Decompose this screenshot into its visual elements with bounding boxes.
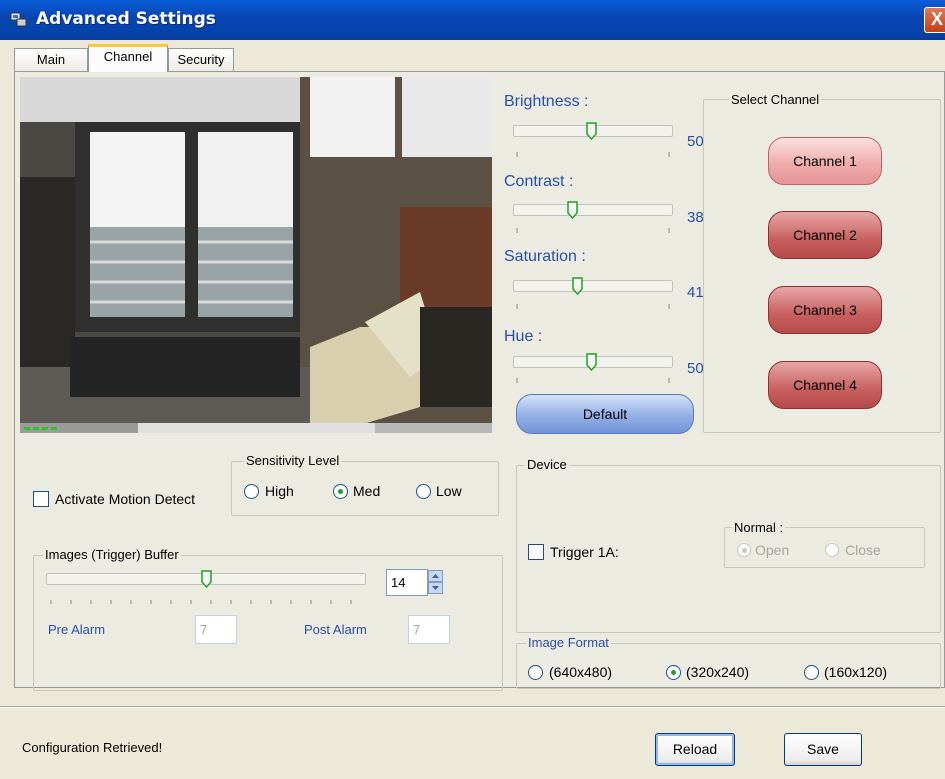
activate-motion-detect-checkbox[interactable] [33, 491, 49, 507]
sensitivity-high-label: High [265, 483, 294, 499]
channel-1-button[interactable]: Channel 1 [768, 137, 882, 185]
images-buffer-legend: Images (Trigger) Buffer [43, 547, 181, 562]
status-message: Configuration Retrieved! [22, 740, 163, 755]
channel-2-button[interactable]: Channel 2 [768, 211, 882, 259]
brightness-slider-thumb[interactable] [586, 122, 597, 140]
saturation-label: Saturation : [504, 248, 586, 265]
select-channel-legend: Select Channel [729, 92, 822, 107]
post-alarm-input[interactable]: 7 [408, 615, 450, 644]
title-bar: Advanced Settings X [0, 0, 945, 40]
channel-4-button[interactable]: Channel 4 [768, 361, 882, 409]
format-160x120-radio[interactable] [804, 665, 819, 680]
tab-security[interactable]: Security [168, 48, 234, 71]
sensitivity-low-label: Low [436, 483, 462, 499]
normal-legend: Normal : [732, 520, 786, 535]
buffer-value-input[interactable]: 14 [386, 569, 428, 596]
saturation-value: 41 [687, 284, 704, 301]
save-button[interactable]: Save [784, 733, 862, 766]
tab-main[interactable]: Main [14, 48, 88, 71]
contrast-slider[interactable] [513, 204, 673, 216]
brightness-label: Brightness : [504, 93, 589, 110]
brightness-value: 50 [687, 133, 704, 150]
format-640x480-label: (640x480) [549, 664, 613, 680]
status-separator [0, 706, 945, 708]
trigger-1a-label: Trigger 1A: [550, 544, 619, 560]
app-icon [10, 12, 27, 27]
image-format-legend: Image Format [526, 635, 611, 650]
contrast-value: 38 [687, 209, 704, 226]
format-640x480-radio[interactable] [528, 665, 543, 680]
normal-open-radio[interactable] [737, 543, 751, 557]
sensitivity-med-radio[interactable] [333, 484, 348, 499]
contrast-label: Contrast : [504, 173, 574, 190]
sensitivity-med-label: Med [353, 483, 381, 499]
contrast-slider-thumb[interactable] [567, 201, 578, 219]
normal-close-label: Close [845, 542, 881, 558]
default-button[interactable]: Default [516, 394, 694, 434]
post-alarm-label: Post Alarm [304, 622, 367, 637]
sensitivity-level-legend: Sensitivity Level [244, 453, 342, 468]
saturation-ticks [516, 304, 670, 309]
close-button[interactable]: X [924, 7, 945, 33]
channel-tab-panel: Brightness : 50 Contrast : 38 Saturation… [14, 71, 945, 691]
buffer-spinner[interactable] [428, 570, 443, 594]
buffer-ticks [50, 600, 352, 604]
format-320x240-label: (320x240) [686, 664, 750, 680]
sensitivity-low-radio[interactable] [416, 484, 431, 499]
reload-button[interactable]: Reload [655, 733, 735, 766]
window-title: Advanced Settings [36, 9, 216, 29]
format-320x240-radio[interactable] [666, 665, 681, 680]
channel-3-button[interactable]: Channel 3 [768, 286, 882, 334]
normal-open-label: Open [755, 542, 790, 558]
hue-label: Hue : [504, 328, 543, 345]
hue-value: 50 [687, 360, 704, 377]
device-legend: Device [525, 457, 569, 472]
contrast-ticks [516, 228, 670, 233]
saturation-slider[interactable] [513, 280, 673, 292]
hue-ticks [516, 378, 670, 383]
buffer-slider-thumb[interactable] [201, 570, 212, 588]
activate-motion-detect-label: Activate Motion Detect [55, 491, 196, 507]
trigger-1a-checkbox[interactable] [528, 544, 544, 560]
pre-alarm-input[interactable]: 7 [195, 615, 237, 644]
video-progress-bar [20, 423, 492, 433]
saturation-slider-thumb[interactable] [572, 277, 583, 295]
hue-slider-thumb[interactable] [586, 353, 597, 371]
camera-feed-image [20, 77, 492, 431]
format-160x120-label: (160x120) [824, 664, 888, 680]
pre-alarm-label: Pre Alarm [48, 622, 106, 637]
brightness-ticks [516, 152, 670, 157]
normal-close-radio[interactable] [825, 543, 839, 557]
tab-channel[interactable]: Channel [88, 44, 168, 72]
sensitivity-high-radio[interactable] [244, 484, 259, 499]
